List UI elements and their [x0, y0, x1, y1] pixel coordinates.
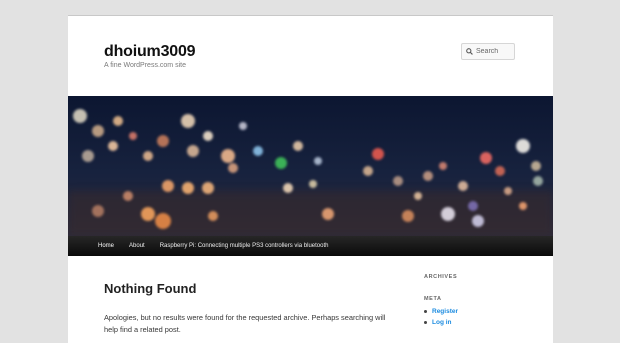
search-icon: [466, 48, 473, 55]
search-input[interactable]: [473, 48, 513, 55]
header-image: [68, 96, 553, 236]
nothing-found-message: Apologies, but no results were found for…: [104, 313, 386, 334]
page-container: dhoium3009 A fine WordPress.com site Sea…: [68, 15, 553, 343]
nav-item-home[interactable]: Home: [98, 243, 114, 249]
page-title: Nothing Found: [104, 281, 197, 296]
nav-item-about[interactable]: About: [129, 243, 145, 249]
nav-item-raspberry-pi-post[interactable]: Raspberry Pi: Connecting multiple PS3 co…: [160, 243, 329, 249]
meta-links: Register Log in: [424, 306, 534, 328]
main-nav: Home About Raspberry Pi: Connecting mult…: [68, 236, 553, 256]
search-box[interactable]: [461, 43, 515, 60]
archives-widget-title: ARCHIVES: [424, 274, 458, 280]
login-link[interactable]: Log in: [424, 317, 534, 328]
site-description: A fine WordPress.com site: [104, 62, 186, 69]
register-link[interactable]: Register: [424, 306, 534, 317]
meta-widget-title: META: [424, 296, 442, 302]
sidebar: ARCHIVES META Register Log in: [424, 274, 534, 328]
main-content: Nothing Found Apologies, but no results …: [104, 281, 389, 336]
site-title[interactable]: dhoium3009: [104, 43, 196, 61]
